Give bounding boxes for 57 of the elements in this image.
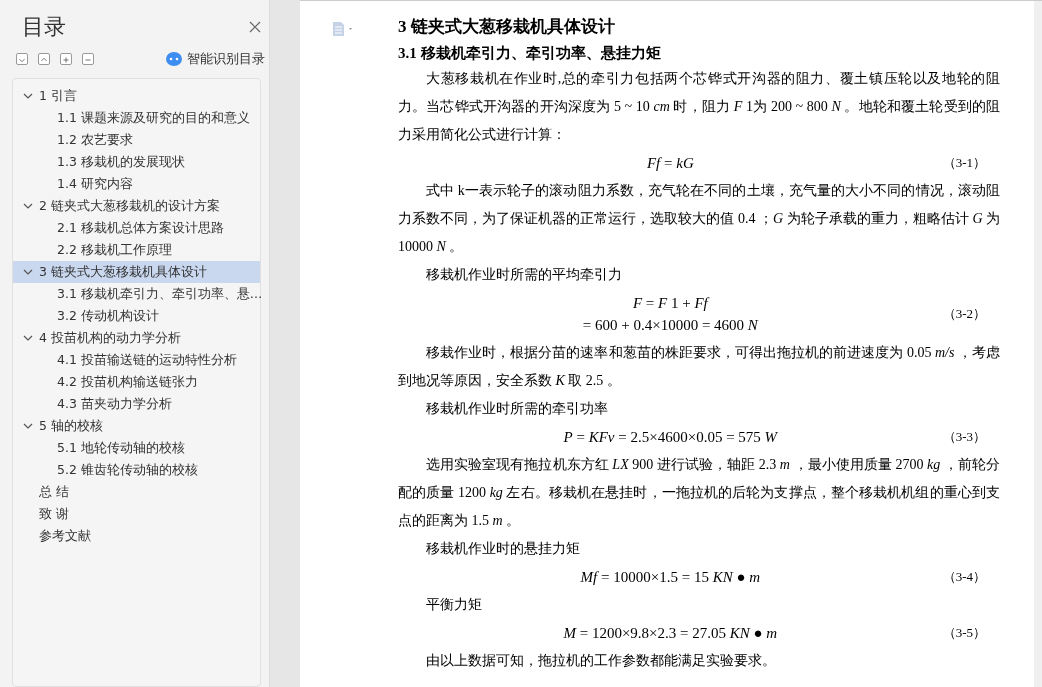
toc-item[interactable]: 4 投苗机构的动力学分析 [13, 327, 260, 349]
equation-number: （3-2） [942, 305, 987, 323]
equation: = 600 + 0.4×10000 = 4600 N [582, 316, 758, 335]
toc-item[interactable]: 4.2 投苗机构输送链张力 [13, 371, 260, 393]
paragraph: 移栽作业时，根据分苗的速率和葱苗的株距要求，可得出拖拉机的前进速度为 0.05 m/s ，考虑到地况等原因，安全系数 K 取 2.5 。 [398, 344, 1000, 390]
sidebar-title: 目录 [22, 13, 66, 41]
toc-item[interactable]: 致 谢 [13, 503, 260, 525]
equation: P = KFv = 2.5×4600×0.05 = 575 W [563, 428, 778, 447]
toc-item[interactable]: 1.4 研究内容 [13, 173, 260, 195]
collapse-icon[interactable] [82, 53, 94, 65]
scrollbar[interactable] [1034, 1, 1042, 687]
toc-item[interactable]: 总 结 [13, 481, 260, 503]
equation: F = F 1 + Ff [632, 294, 708, 313]
toc-item[interactable]: 5.1 地轮传动轴的校核 [13, 437, 260, 459]
toc-item[interactable]: 4.1 投苗输送链的运动特性分析 [13, 349, 260, 371]
paragraph: 由以上数据可知，拖拉机的工作参数都能满足实验要求。 [425, 652, 777, 670]
toc-item[interactable]: 1.2 农艺要求 [13, 129, 260, 151]
equation: Mf = 10000×1.5 = 15 KN ● m [580, 568, 761, 587]
paragraph: 移栽机作业时所需的牵引功率 [425, 400, 609, 418]
toc-item[interactable]: 参考文献 [13, 525, 260, 547]
toc-item[interactable]: 1.1 课题来源及研究的目的和意义 [13, 107, 260, 129]
toc-item[interactable]: 3.2 传动机构设计 [13, 305, 260, 327]
chevron-down-icon[interactable] [23, 421, 33, 431]
collapse-down-icon[interactable] [16, 53, 28, 65]
toc-item[interactable]: 2.2 移栽机工作原理 [13, 239, 260, 261]
close-icon[interactable] [249, 21, 261, 33]
paragraph: 选用实验室现有拖拉机东方红 LX 900 进行试验，轴距 2.3 m ，最小使用质量 2700 kg ，前轮分配的质量 1200 kg 左右。移栽机在悬挂时，一拖拉机的后轮为支撑点，整个移栽机机组的重心到支点的距离为 1.5 m 。 [398, 456, 1000, 530]
smart-toc-button[interactable]: 智能识别目录 [166, 50, 265, 68]
subsection-heading: 3.1 移栽机牵引力、牵引功率、悬挂力矩 [398, 44, 662, 63]
collapse-up-icon[interactable] [38, 53, 50, 65]
paragraph: 移栽机作业时所需的平均牵引力 [425, 266, 623, 284]
equation-number: （3-4） [942, 568, 987, 586]
paragraph: 平衡力矩 [425, 596, 483, 614]
equation-number: （3-3） [942, 428, 987, 446]
equation-number: （3-1） [942, 154, 987, 172]
chevron-down-icon[interactable] [23, 201, 33, 211]
toc-item[interactable]: 5 轴的校核 [13, 415, 260, 437]
toc-item[interactable]: 1.3 移栽机的发展现状 [13, 151, 260, 173]
toc-item[interactable]: 5.2 锥齿轮传动轴的校核 [13, 459, 260, 481]
toc-item[interactable]: 1 引言 [13, 85, 260, 107]
expand-icon[interactable] [60, 53, 72, 65]
toc-item[interactable]: 2 链夹式大葱移栽机的设计方案 [13, 195, 260, 217]
toc-item[interactable]: 3.1 移栽机牵引力、牵引功率、悬… [13, 283, 260, 305]
toc-item[interactable]: 3 链夹式大葱移栽机具体设计 [13, 261, 260, 283]
equation: Ff = kG [646, 154, 694, 173]
toc-item[interactable]: 2.1 移栽机总体方案设计思路 [13, 217, 260, 239]
equation-number: （3-5） [942, 624, 987, 642]
chevron-down-icon[interactable] [23, 267, 33, 277]
chevron-down-icon[interactable] [23, 333, 33, 343]
equation: M = 1200×9.8×2.3 = 27.05 KN ● m [563, 624, 778, 643]
cloud-icon [166, 52, 182, 66]
chevron-down-icon[interactable] [23, 91, 33, 101]
paragraph: 移栽机作业时的悬挂力矩 [425, 540, 581, 558]
toc-item[interactable]: 4.3 苗夹动力学分析 [13, 393, 260, 415]
section-heading: 3 链夹式大葱移栽机具体设计 [398, 16, 616, 38]
paragraph: 大葱移栽机在作业时,总的牵引力包括两个芯铧式开沟器的阻力、覆土镇压轮以及地轮的阻力。当芯铧式开沟器的开沟深度为 5 ~ 10 cm 时，阻力 F 1为 200 ~ 800 N 。地轮和覆土轮受到的阻力采用简化公式进行计算： [398, 70, 1000, 144]
paragraph: 式中 k一表示轮子的滚动阻力系数，充气轮在不同的土壤，充气量的大小不同的情况，滚动阻力系数不同，为了保证机器的正常运行，选取较大的值 0.4 ；G 为轮子承载的重力，粗略估计 G 为 10000 N 。 [398, 182, 1000, 256]
